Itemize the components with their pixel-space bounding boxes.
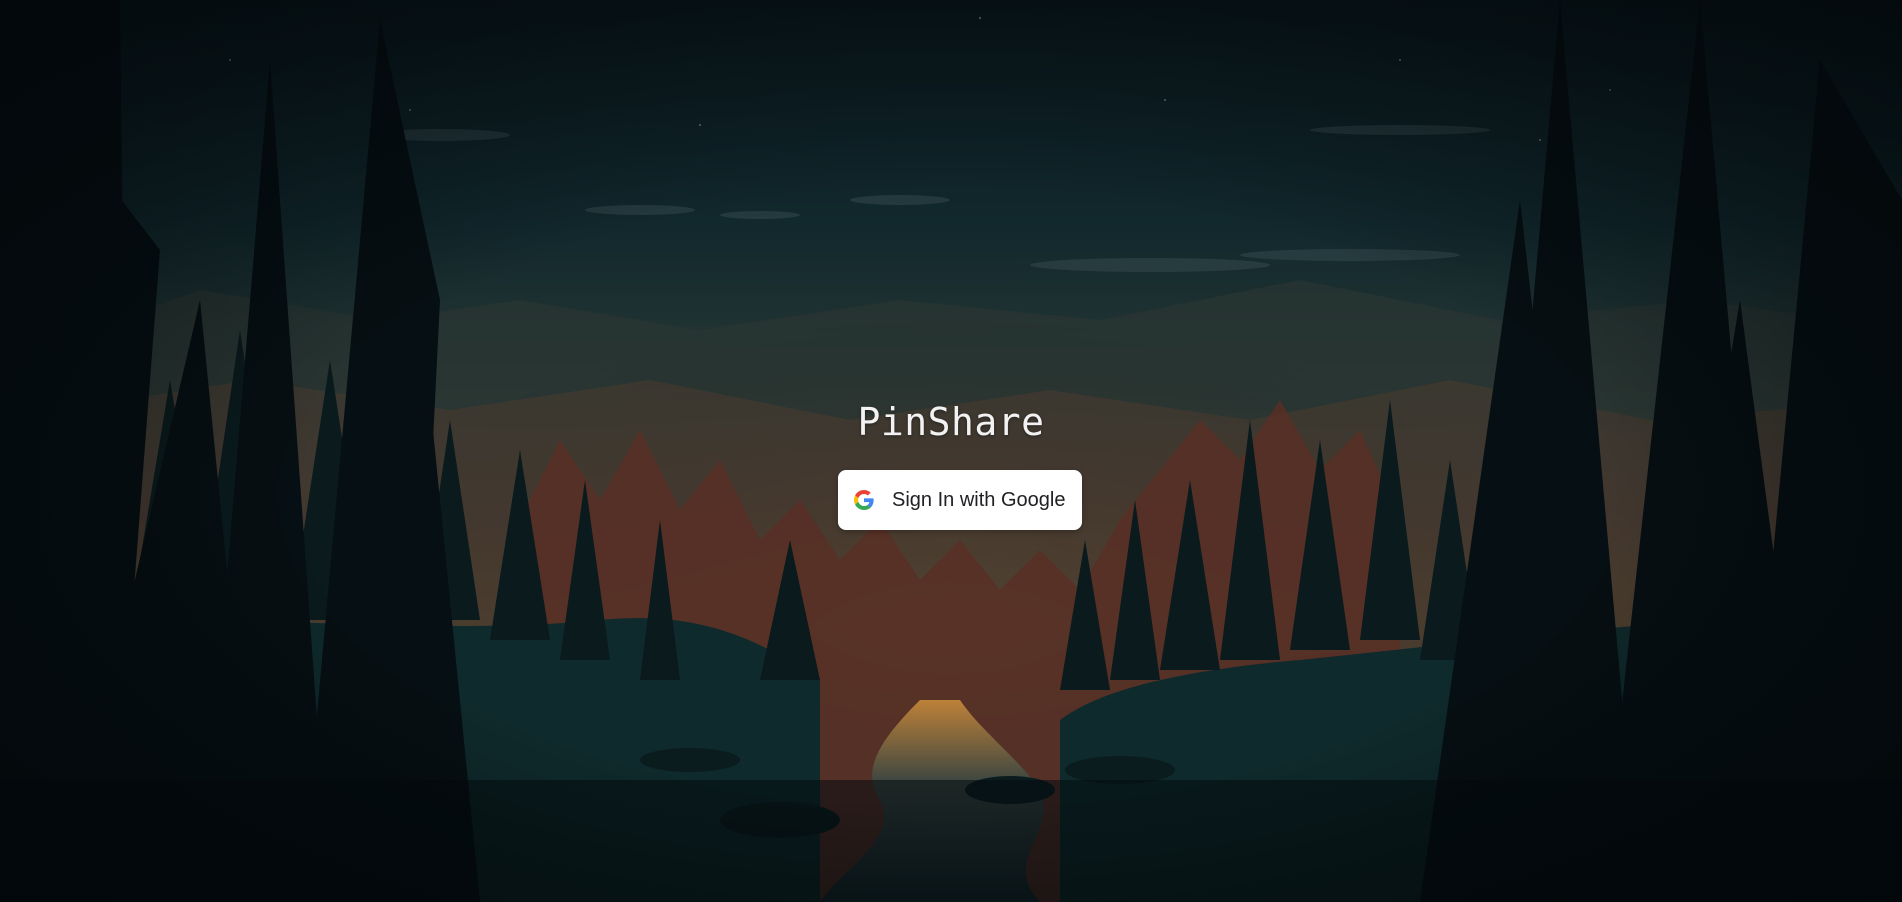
google-sign-in-label: Sign In with Google xyxy=(892,488,1066,511)
login-panel: PinShare Sign In with Google xyxy=(0,0,1902,902)
google-g-icon xyxy=(854,490,874,510)
google-sign-in-button[interactable]: Sign In with Google xyxy=(838,470,1082,530)
app-title: PinShare xyxy=(857,400,1045,444)
